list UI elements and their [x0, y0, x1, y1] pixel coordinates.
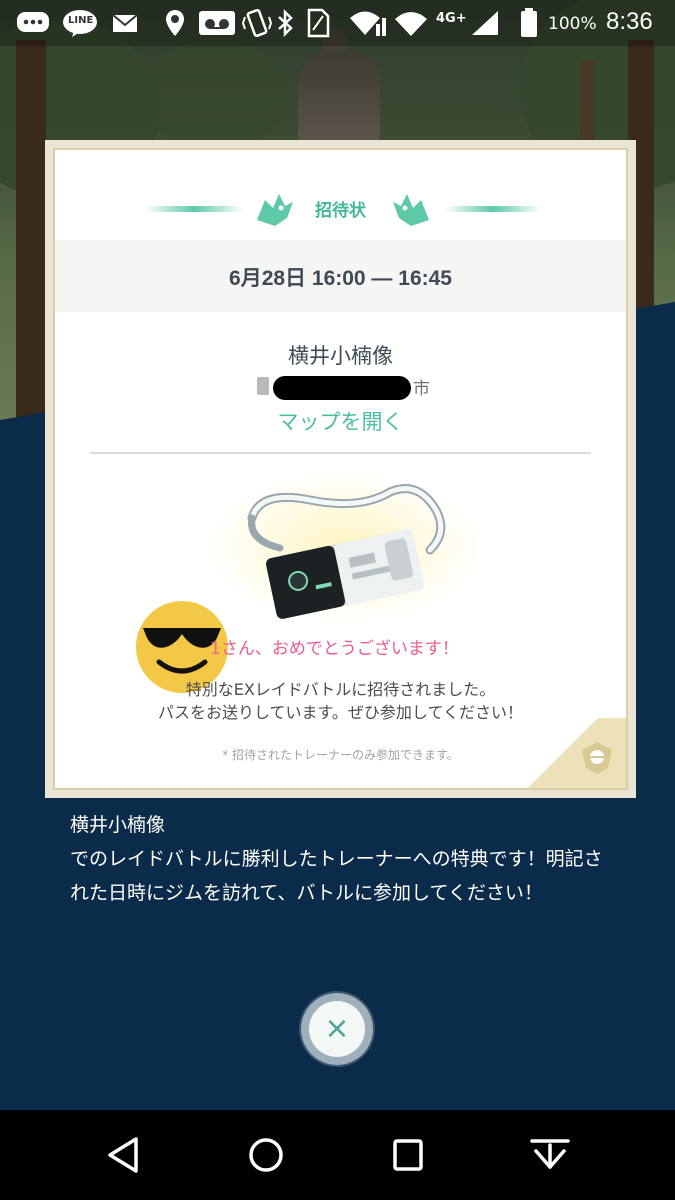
description-title: 横井小楠像: [70, 814, 166, 836]
navigation-bar: [0, 1110, 675, 1200]
battery-percent: 100%: [548, 14, 597, 34]
invitation-message-line1: 特別なEXレイドバトルに招待されました。: [185, 680, 496, 699]
statue-body: [298, 52, 380, 142]
congratulations-text: 1さん、おめでとうございます！: [210, 639, 459, 659]
tree-foliage: [140, 40, 290, 150]
city-name-partial: [257, 377, 269, 395]
gym-badge-icon: [582, 742, 612, 774]
close-icon: ×: [324, 1011, 350, 1046]
home-circle-icon[interactable]: [244, 1135, 288, 1175]
recents-square-icon[interactable]: [386, 1135, 430, 1175]
notification-pull-icon[interactable]: [528, 1135, 572, 1175]
corner-badge: [516, 718, 626, 788]
location-pin-icon: [164, 9, 186, 37]
tree-trunk: [16, 40, 46, 430]
ex-raid-pass-icon: [247, 484, 446, 619]
gym-name: 横井小楠像: [288, 344, 393, 368]
line-app-icon: LINE: [62, 9, 98, 37]
battery-icon: [520, 8, 538, 37]
city-suffix: 市: [413, 379, 430, 399]
close-button-face[interactable]: ×: [309, 1001, 365, 1057]
mail-icon: [112, 9, 138, 37]
chat-bubble-icon: [16, 9, 50, 37]
description-body: でのレイドバトルに勝利したトレーナーへの特典です！明記された日時にジムを訪れて、…: [70, 848, 603, 904]
invitation-card: 招待状 6月28日 16:00 — 16:45 横井小楠像 市 マップを開く 1…: [45, 140, 636, 798]
line-label: LINE: [68, 15, 94, 26]
cell-signal-icon: [470, 9, 500, 37]
wifi-icon: [394, 9, 428, 37]
status-bar: LINE 4G+ 100% 8:36: [0, 0, 675, 46]
status-time: 8:36: [606, 8, 653, 35]
open-map-link[interactable]: マップを開く: [55, 406, 626, 436]
invitation-title: 招待状: [315, 201, 366, 221]
network-label: 4G+: [436, 11, 467, 26]
voicemail-icon: [198, 9, 236, 37]
close-button[interactable]: ×: [301, 993, 373, 1065]
vibrate-icon: [242, 9, 272, 37]
event-date-time: 6月28日 16:00 — 16:45: [229, 267, 452, 290]
bluetooth-icon: [276, 9, 294, 37]
network-type: 4G+: [436, 9, 472, 37]
gym-location: 市: [55, 374, 626, 402]
sim-icon: [306, 8, 330, 38]
back-triangle-icon[interactable]: [102, 1135, 146, 1175]
invitation-card-inner: 招待状 6月28日 16:00 — 16:45 横井小楠像 市 マップを開く 1…: [53, 148, 628, 790]
wifi-signal-icon: [348, 9, 388, 37]
redaction-bar: [273, 376, 411, 400]
divider: [90, 452, 591, 454]
